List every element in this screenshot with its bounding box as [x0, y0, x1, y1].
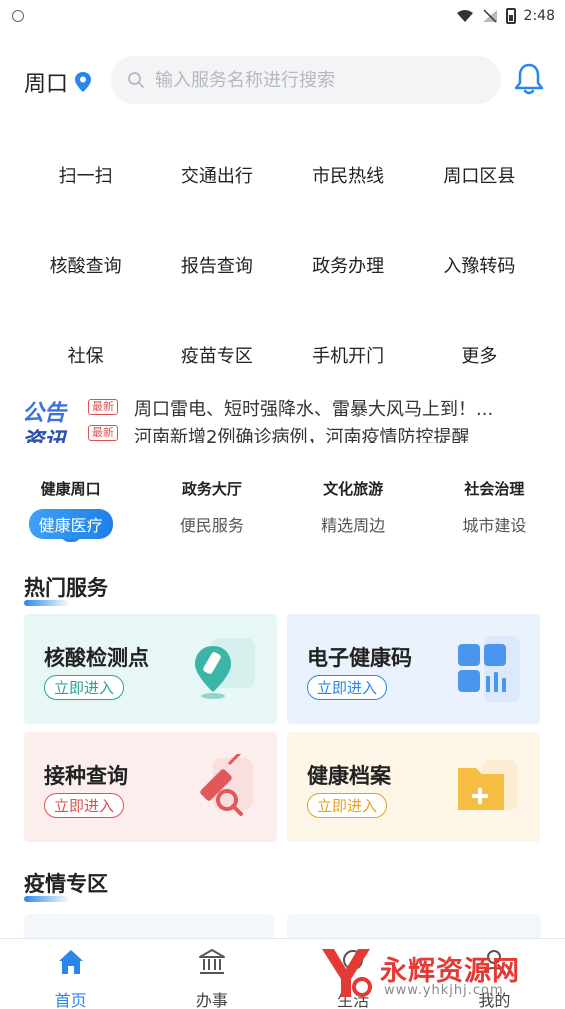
- tab-label: 首页: [54, 991, 87, 1009]
- header: 周口: [0, 48, 565, 110]
- service-card-health-code[interactable]: 电子健康码 立即进入: [287, 614, 540, 724]
- section-title-hot-services: 热门服务: [24, 572, 108, 606]
- grid-item-door-open[interactable]: 手机开门: [283, 342, 414, 368]
- folder-plus-icon: [458, 760, 518, 810]
- active-indicator: [60, 534, 81, 542]
- card-title: 健康档案: [307, 764, 391, 788]
- grid-item-social-security[interactable]: 社保: [20, 342, 151, 368]
- news-ticker[interactable]: 公告 资讯 最新 周口雷电、短时强降水、雷暴大风马上到！... 最新 河南新增2…: [22, 393, 542, 443]
- tab-title: 社会治理: [464, 480, 525, 498]
- quick-services-grid: 扫一扫 交通出行 市民热线 周口区县 核酸查询 报告查询 政务办理 入豫转码 社…: [20, 130, 545, 400]
- city-selector[interactable]: 周口: [24, 66, 92, 98]
- tab-subtitle: 便民服务: [179, 516, 244, 535]
- grid-item-hotline[interactable]: 市民热线: [283, 162, 414, 188]
- grid-row: 社保 疫苗专区 手机开门 更多: [20, 310, 545, 400]
- enter-button[interactable]: 立即进入: [307, 793, 388, 818]
- category-tabs: 健康周口 健康医疗 政务大厅 便民服务 文化旅游 精选周边 社会治理 城市建设: [0, 470, 565, 550]
- watermark-url: www.yhkjhj.com: [384, 983, 504, 998]
- title-underline: [24, 896, 70, 902]
- watermark-logo-icon: [322, 949, 372, 997]
- wifi-icon: [456, 10, 473, 22]
- search-input[interactable]: [155, 69, 475, 91]
- news-tag: 最新: [88, 399, 118, 415]
- city-label: 周口: [24, 72, 69, 97]
- tab-title: 政务大厅: [181, 480, 242, 498]
- grid-row: 核酸查询 报告查询 政务办理 入豫转码: [20, 220, 545, 310]
- tab-governance[interactable]: 社会治理 城市建设: [424, 470, 565, 550]
- grid-item-scan[interactable]: 扫一扫: [20, 162, 151, 188]
- location-pin-icon: [75, 72, 92, 92]
- service-card-nucleic-test[interactable]: 核酸检测点 立即进入: [24, 614, 277, 724]
- tab-subtitle: 精选周边: [321, 516, 386, 535]
- section-title-text: 热门服务: [24, 576, 108, 600]
- tab-gov-hall[interactable]: 政务大厅 便民服务: [141, 470, 282, 550]
- test-tube-location-icon: [195, 638, 255, 699]
- tab-title: 文化旅游: [323, 480, 384, 498]
- grid-item-nucleic-query[interactable]: 核酸查询: [20, 252, 151, 278]
- battery-icon: [505, 8, 516, 24]
- enter-button[interactable]: 立即进入: [307, 675, 388, 700]
- grid-item-code-transfer[interactable]: 入豫转码: [414, 252, 545, 278]
- shield-notification-icon: [12, 10, 24, 22]
- enter-button[interactable]: 立即进入: [44, 793, 125, 818]
- home-icon: [58, 950, 83, 974]
- notification-bell-icon[interactable]: [513, 62, 545, 96]
- card-title: 电子健康码: [307, 646, 412, 670]
- news-item[interactable]: 周口雷电、短时强降水、雷暴大风马上到！...: [134, 395, 493, 421]
- tab-culture[interactable]: 文化旅游 精选周边: [283, 470, 424, 550]
- grid-row: 扫一扫 交通出行 市民热线 周口区县: [20, 130, 545, 220]
- card-title: 核酸检测点: [44, 646, 149, 670]
- no-signal-icon: [482, 9, 497, 23]
- status-time: 2:48: [523, 8, 555, 24]
- enter-button[interactable]: 立即进入: [44, 675, 125, 700]
- news-tag: 最新: [88, 425, 118, 441]
- tab-title: 健康周口: [40, 480, 101, 498]
- service-card-health-records[interactable]: 健康档案 立即进入: [287, 732, 540, 842]
- grid-item-gov-affairs[interactable]: 政务办理: [283, 252, 414, 278]
- tab-subtitle: 城市建设: [462, 516, 527, 535]
- news-item[interactable]: 河南新增2例确诊病例，河南疫情防控提醒: [134, 423, 469, 443]
- tab-services[interactable]: 办事: [141, 939, 282, 1009]
- title-underline: [24, 600, 70, 606]
- section-title-epidemic: 疫情专区: [24, 868, 108, 902]
- service-card-vaccine-query[interactable]: 接种查询 立即进入: [24, 732, 277, 842]
- tab-label: 办事: [195, 991, 228, 1009]
- grid-item-transport[interactable]: 交通出行: [151, 162, 282, 188]
- news-logo: 公告 资讯: [22, 393, 78, 443]
- grid-item-vaccine[interactable]: 疫苗专区: [151, 342, 282, 368]
- syringe-search-icon: [200, 754, 253, 816]
- qr-grid-icon: [458, 636, 520, 702]
- bank-icon: [198, 949, 225, 974]
- tab-home[interactable]: 首页: [0, 939, 141, 1009]
- search-icon: [128, 72, 144, 88]
- grid-item-more[interactable]: 更多: [414, 342, 545, 368]
- card-title: 接种查询: [44, 764, 128, 788]
- grid-item-districts[interactable]: 周口区县: [414, 162, 545, 188]
- grid-item-report-query[interactable]: 报告查询: [151, 252, 282, 278]
- section-title-text: 疫情专区: [24, 872, 108, 896]
- tab-health[interactable]: 健康周口 健康医疗: [0, 470, 141, 550]
- watermark: 永辉资源网 www.yhkjhj.com: [318, 943, 543, 1003]
- search-bar[interactable]: [111, 56, 501, 104]
- news-logo-bottom: 资讯: [22, 429, 67, 443]
- status-bar: 2:48: [0, 0, 565, 36]
